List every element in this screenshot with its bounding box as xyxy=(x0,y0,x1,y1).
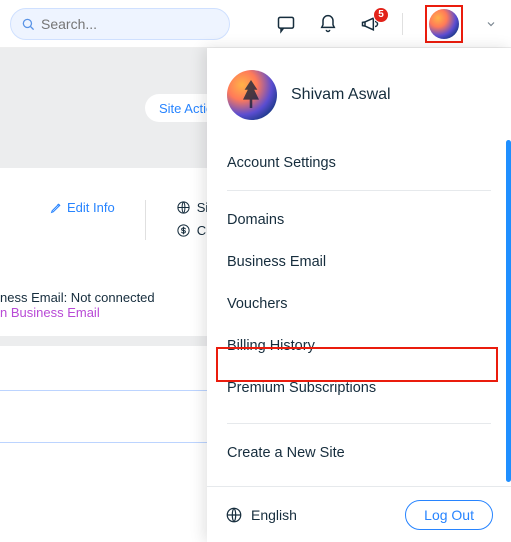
menu-divider xyxy=(227,190,491,191)
account-menu-panel: Shivam Aswal Account Settings Domains Bu… xyxy=(207,48,511,542)
account-menu-footer: English Log Out xyxy=(207,486,511,542)
chevron-down-icon[interactable] xyxy=(485,18,497,30)
panel-scrollbar[interactable] xyxy=(506,140,511,482)
divider xyxy=(402,13,403,35)
notification-badge: 5 xyxy=(373,7,389,23)
bell-icon[interactable] xyxy=(318,14,338,34)
pencil-icon xyxy=(50,201,63,214)
account-menu-list: Account Settings Domains Business Email … xyxy=(207,142,511,409)
menu-item-domains[interactable]: Domains xyxy=(227,199,491,241)
edit-info-link[interactable]: Edit Info xyxy=(50,200,115,215)
currency-icon xyxy=(176,223,191,238)
menu-divider xyxy=(227,423,491,424)
menu-item-create-site[interactable]: Create a New Site xyxy=(227,432,491,474)
menu-item-account-settings[interactable]: Account Settings xyxy=(227,142,491,184)
account-menu-header: Shivam Aswal xyxy=(207,48,511,142)
megaphone-icon[interactable]: 5 xyxy=(360,14,380,34)
avatar xyxy=(227,70,277,120)
avatar-button-highlight xyxy=(425,5,463,43)
menu-item-premium-subscriptions[interactable]: Premium Subscriptions xyxy=(227,367,491,409)
search-icon xyxy=(21,17,35,31)
menu-item-vouchers[interactable]: Vouchers xyxy=(227,283,491,325)
search-box[interactable] xyxy=(10,8,230,40)
user-name: Shivam Aswal xyxy=(291,86,391,104)
globe-icon xyxy=(225,506,243,524)
language-label: English xyxy=(251,507,297,523)
language-button[interactable]: English xyxy=(225,506,297,524)
top-bar: 5 xyxy=(0,0,511,48)
menu-item-business-email[interactable]: Business Email xyxy=(227,241,491,283)
edit-info-label: Edit Info xyxy=(67,200,115,215)
search-input[interactable] xyxy=(41,16,219,32)
avatar-button[interactable] xyxy=(429,9,459,39)
top-icons: 5 xyxy=(276,5,501,43)
globe-icon xyxy=(176,200,191,215)
logout-button[interactable]: Log Out xyxy=(405,500,493,530)
vertical-divider xyxy=(145,200,146,240)
chat-icon[interactable] xyxy=(276,14,296,34)
menu-item-billing-history[interactable]: Billing History xyxy=(227,325,491,367)
